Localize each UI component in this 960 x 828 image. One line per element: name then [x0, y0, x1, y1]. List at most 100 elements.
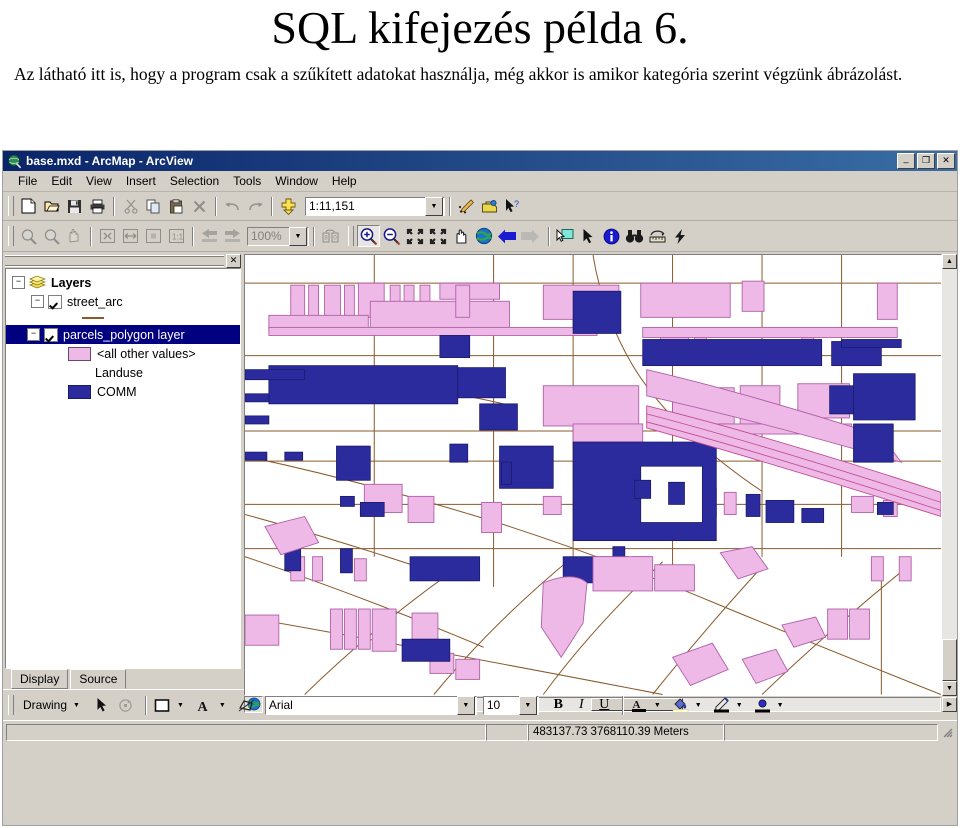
toc-group-layers[interactable]: − Layers — [10, 273, 240, 292]
toc-symbol-all-other-values[interactable]: <all other values> — [10, 344, 240, 363]
chevron-down-icon[interactable]: ▼ — [425, 196, 443, 216]
go-forward-extent-button[interactable] — [221, 225, 244, 247]
copy-button[interactable] — [142, 195, 165, 217]
chevron-down-icon[interactable]: ▼ — [651, 702, 664, 709]
minimize-button[interactable]: _ — [897, 153, 915, 169]
toc-tree[interactable]: − Layers − street_arc − parcels_polygon … — [5, 268, 241, 669]
cut-button[interactable] — [119, 195, 142, 217]
undo-button[interactable] — [221, 195, 244, 217]
pan-tool[interactable] — [449, 225, 472, 247]
scroll-down-button[interactable]: ▼ — [942, 680, 957, 696]
edit-vertices-button[interactable] — [235, 694, 258, 716]
paste-button[interactable] — [165, 195, 188, 217]
toc-close-button[interactable]: ✕ — [226, 254, 241, 268]
new-rectangle-button[interactable] — [151, 694, 174, 716]
scroll-track[interactable] — [942, 269, 957, 639]
toolbar-grip[interactable] — [8, 196, 14, 216]
menu-item-help[interactable]: Help — [325, 173, 364, 189]
hyperlink-tool[interactable] — [669, 225, 692, 247]
editor-toolbar-button[interactable] — [455, 195, 478, 217]
toolbar-grip[interactable] — [8, 695, 14, 715]
chevron-down-icon[interactable]: ▼ — [70, 702, 83, 709]
fixed-zoom-in-tool[interactable] — [403, 225, 426, 247]
layout-zoom-out-button[interactable] — [40, 225, 63, 247]
drawing-menu-label[interactable]: Drawing — [17, 698, 70, 712]
find-tool[interactable] — [623, 225, 646, 247]
context-help-button[interactable]: ? — [501, 195, 524, 217]
scroll-right-button[interactable]: ▶ — [942, 696, 957, 712]
chevron-down-icon[interactable]: ▼ — [456, 695, 475, 715]
menu-item-edit[interactable]: Edit — [44, 173, 79, 189]
toc-tab-source[interactable]: Source — [70, 669, 127, 689]
map-scale-combo[interactable]: 1:11,151 ▼ — [305, 196, 445, 216]
rotate-element-button[interactable] — [114, 694, 137, 716]
new-text-button[interactable]: A — [193, 694, 216, 716]
chevron-down-icon[interactable]: ▼ — [289, 226, 307, 246]
next-extent-tool[interactable] — [518, 225, 541, 247]
arctoolbox-button[interactable] — [478, 195, 501, 217]
fixed-zoom-out-tool[interactable] — [426, 225, 449, 247]
chevron-down-icon[interactable]: ▼ — [692, 702, 705, 709]
zoom-100-percent-button[interactable]: 1:1 — [165, 225, 188, 247]
add-data-button[interactable] — [277, 195, 300, 217]
toc-symbol-comm[interactable]: COMM — [10, 382, 240, 401]
menu-item-file[interactable]: File — [11, 173, 44, 189]
collapse-expand-icon[interactable]: − — [31, 295, 44, 308]
toc-drag-grip[interactable] — [5, 255, 224, 267]
go-back-extent-button[interactable] — [198, 225, 221, 247]
previous-extent-tool[interactable] — [495, 225, 518, 247]
map-canvas[interactable] — [244, 254, 942, 696]
toc-layer-parcels-polygon[interactable]: − parcels_polygon layer — [6, 325, 240, 344]
select-elements-button[interactable] — [91, 694, 114, 716]
fill-symbol-swatch[interactable] — [68, 346, 91, 361]
toggle-draft-mode-button[interactable]: 80 — [319, 225, 342, 247]
maximize-button[interactable]: ❐ — [917, 153, 935, 169]
menu-item-tools[interactable]: Tools — [226, 173, 268, 189]
zoom-to-selected-button[interactable] — [142, 225, 165, 247]
scroll-up-button[interactable]: ▲ — [942, 254, 957, 269]
chevron-down-icon[interactable]: ▼ — [518, 695, 537, 715]
underline-button[interactable]: U — [593, 694, 616, 716]
map-vertical-scrollbar[interactable]: ▲ ▼ — [942, 254, 957, 696]
toolbar-grip[interactable] — [8, 226, 14, 246]
menu-item-window[interactable]: Window — [268, 173, 325, 189]
select-elements-tool[interactable] — [577, 225, 600, 247]
bold-button[interactable]: B — [547, 694, 570, 716]
chevron-down-icon[interactable]: ▼ — [774, 702, 787, 709]
marker-color-button[interactable] — [751, 694, 774, 716]
redo-button[interactable] — [244, 195, 267, 217]
zoom-in-tool[interactable] — [357, 225, 380, 247]
toc-layer-street-arc[interactable]: − street_arc — [10, 292, 240, 311]
zoom-whole-page-button[interactable] — [96, 225, 119, 247]
new-document-button[interactable] — [17, 195, 40, 217]
save-document-button[interactable] — [63, 195, 86, 217]
fill-symbol-swatch[interactable] — [68, 384, 91, 399]
identify-tool[interactable] — [600, 225, 623, 247]
zoom-page-width-button[interactable] — [119, 225, 142, 247]
chevron-down-icon[interactable]: ▼ — [733, 702, 746, 709]
full-extent-tool[interactable] — [472, 225, 495, 247]
delete-button[interactable] — [188, 195, 211, 217]
menu-item-view[interactable]: View — [79, 173, 119, 189]
font-color-button[interactable]: A — [628, 694, 651, 716]
menu-item-insert[interactable]: Insert — [119, 173, 163, 189]
open-document-button[interactable] — [40, 195, 63, 217]
collapse-expand-icon[interactable]: − — [12, 276, 25, 289]
chevron-down-icon[interactable]: ▼ — [174, 702, 187, 709]
select-features-tool[interactable] — [554, 225, 577, 247]
resize-grip[interactable] — [940, 725, 954, 739]
layer-visibility-checkbox[interactable] — [44, 327, 58, 342]
layout-zoom-in-button[interactable] — [17, 225, 40, 247]
toc-tab-display[interactable]: Display — [11, 669, 69, 689]
font-size-combo[interactable]: 10 ▼ — [482, 695, 539, 715]
scroll-thumb[interactable] — [942, 638, 957, 681]
italic-button[interactable]: I — [570, 694, 593, 716]
layout-zoom-percent-combo[interactable]: 100% ▼ — [247, 226, 309, 246]
toolbar-grip[interactable] — [348, 226, 354, 246]
fill-color-button[interactable] — [669, 694, 692, 716]
close-button[interactable]: ✕ — [937, 153, 955, 169]
zoom-out-tool[interactable] — [380, 225, 403, 247]
collapse-expand-icon[interactable]: − — [27, 328, 40, 341]
layout-pan-button[interactable] — [63, 225, 86, 247]
line-color-button[interactable] — [710, 694, 733, 716]
